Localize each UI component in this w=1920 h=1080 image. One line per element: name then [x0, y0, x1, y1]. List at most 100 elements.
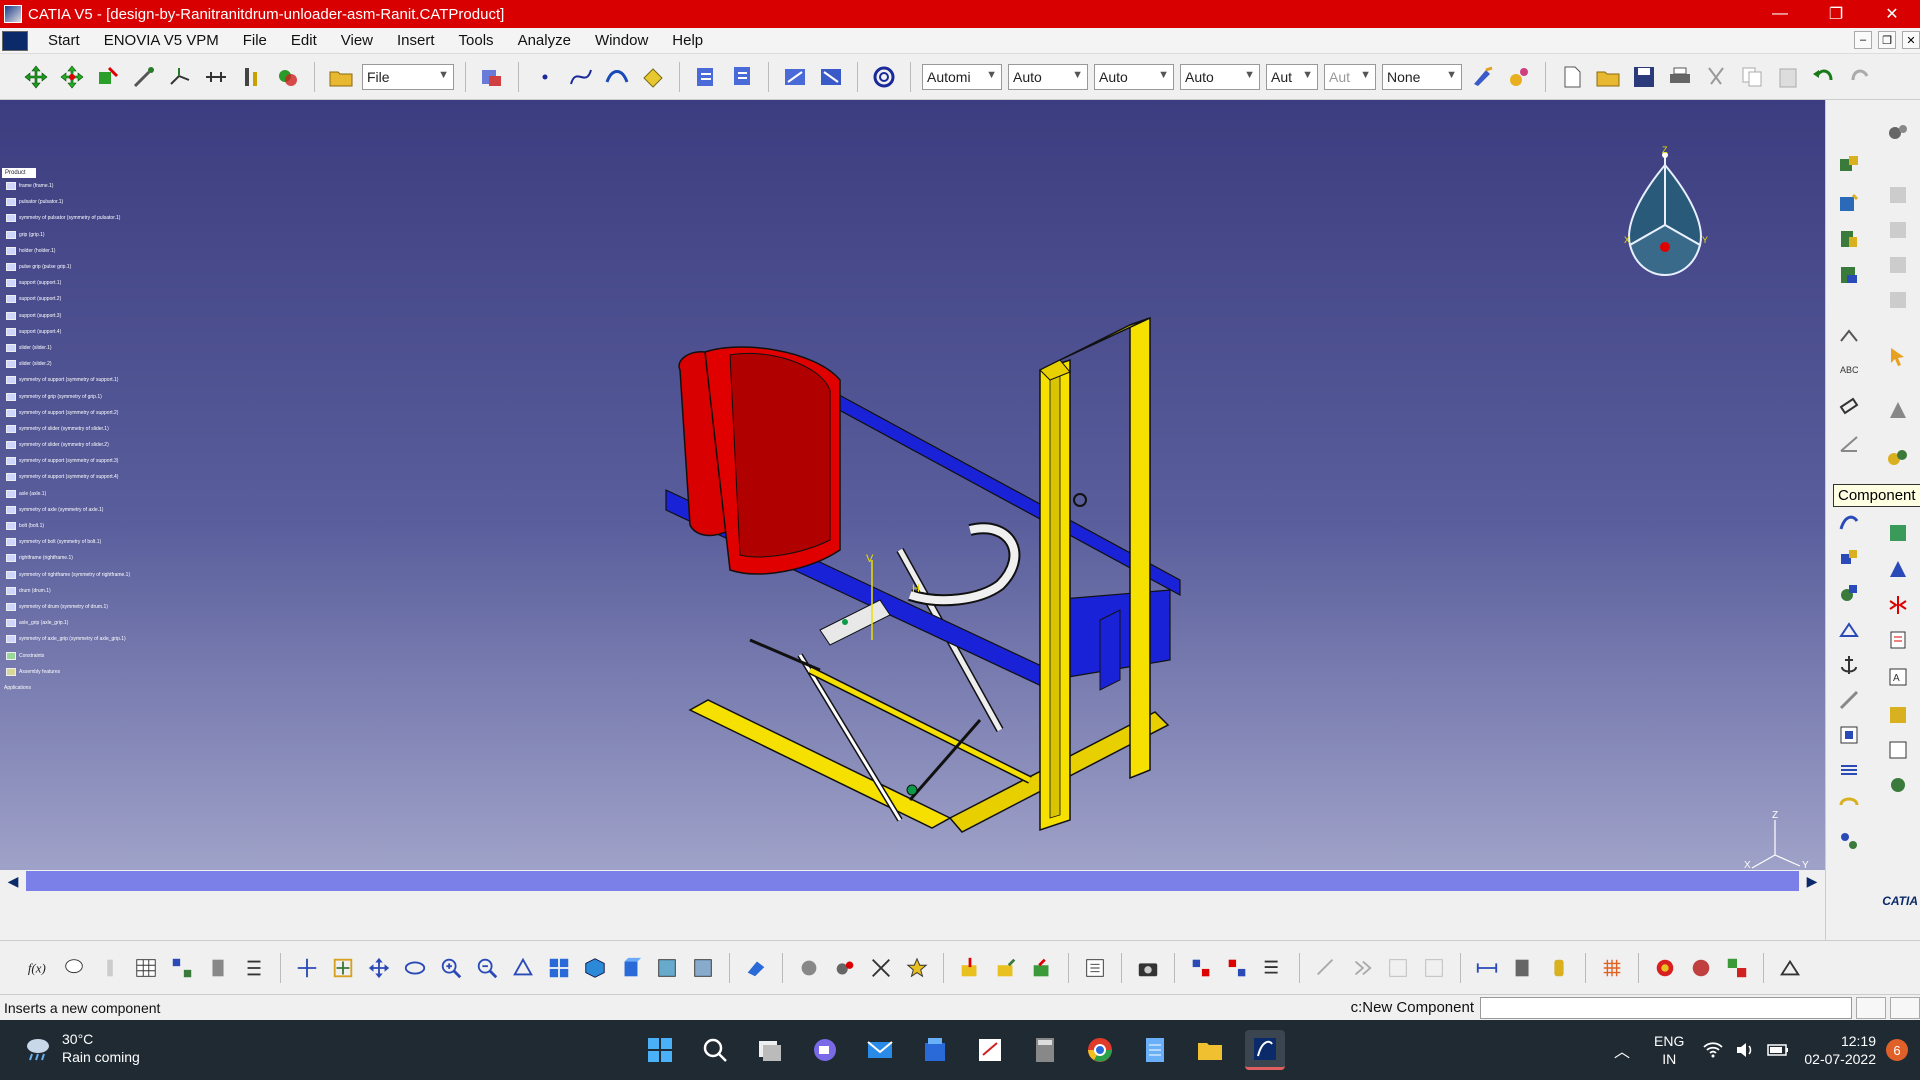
tree-node[interactable]: support (support.4) [2, 324, 182, 340]
clash-analysis-icon[interactable] [1544, 953, 1574, 983]
export-icon[interactable] [991, 953, 1021, 983]
existing-component-icon[interactable] [1883, 250, 1913, 280]
print-icon[interactable] [1665, 62, 1695, 92]
anchor-icon[interactable] [1834, 650, 1864, 680]
tree-node[interactable]: symmetry of grip (symmetry of grip.1) [2, 388, 182, 404]
fly-mode-icon[interactable] [292, 953, 322, 983]
search-icon[interactable] [695, 1030, 735, 1070]
menu-view[interactable]: View [329, 32, 385, 49]
multi-view-icon[interactable] [544, 953, 574, 983]
distance-icon[interactable] [1472, 953, 1502, 983]
tree-expand-icon[interactable] [1186, 953, 1216, 983]
explode-view-icon[interactable] [1834, 543, 1864, 573]
tree-root[interactable]: Product [2, 168, 36, 178]
task-view-icon[interactable] [750, 1030, 790, 1070]
copy-icon[interactable] [1737, 62, 1767, 92]
tree-node[interactable]: symmetry of axle (symmetry of axle.1) [2, 502, 182, 518]
restore-button[interactable]: ❐ [1808, 0, 1864, 28]
tree-node[interactable]: slider (slider.1) [2, 340, 182, 356]
tree-node[interactable]: holder (holder.1) [2, 243, 182, 259]
menu-enovia[interactable]: ENOVIA V5 VPM [92, 32, 231, 49]
weather-widget[interactable]: 30°C Rain coming [22, 1030, 140, 1066]
comment-icon[interactable] [59, 953, 89, 983]
menu-insert[interactable]: Insert [385, 32, 447, 49]
explode-icon[interactable] [93, 62, 123, 92]
capture-icon[interactable] [1834, 720, 1864, 750]
formula-icon[interactable]: f(x) [23, 953, 53, 983]
line-type-combo[interactable]: Auto ▼ [1180, 63, 1260, 90]
material-icon[interactable] [1686, 953, 1716, 983]
redo-icon[interactable] [1845, 62, 1875, 92]
new-part-icon[interactable] [1834, 224, 1864, 254]
chevron-up-icon[interactable]: ︿ [1614, 1038, 1630, 1062]
tree-node[interactable]: symmetry of slider (symmetry of slider.2… [2, 437, 182, 453]
publish-icon[interactable] [1834, 755, 1864, 785]
replace-icon[interactable] [1027, 953, 1057, 983]
language-indicator[interactable]: ENG IN [1654, 1032, 1684, 1068]
annotation-icon[interactable]: A [1883, 662, 1913, 692]
clock[interactable]: 12:19 02-07-2022 [1804, 1032, 1876, 1068]
tree-node[interactable]: frame (frame.1) [2, 178, 182, 194]
menu-file[interactable]: File [231, 32, 279, 49]
table-icon[interactable] [131, 953, 161, 983]
catia-menu-logo[interactable] [2, 30, 28, 51]
point-type-combo[interactable]: Aut ▼ [1266, 63, 1318, 90]
undo-icon[interactable] [1809, 62, 1839, 92]
reorder-icon-2[interactable] [816, 62, 846, 92]
tree-node[interactable]: symmetry of support (symmetry of support… [2, 469, 182, 485]
tree-node[interactable]: symmetry of axle_grip (symmetry of axle_… [2, 631, 182, 647]
menu-tools[interactable]: Tools [447, 32, 506, 49]
notepad-icon[interactable] [1135, 1030, 1175, 1070]
camera-icon[interactable] [1133, 953, 1163, 983]
3d-viewport[interactable]: Product frame (frame.1) pulsator (pulsat… [0, 100, 1825, 870]
tree-node[interactable]: pulse grip (pulse grip.1) [2, 259, 182, 275]
new-product-icon[interactable] [1834, 188, 1864, 218]
part-icon[interactable] [1883, 215, 1913, 245]
status-button-1[interactable] [1856, 996, 1886, 1019]
compass-icon[interactable]: Z X Y [1610, 135, 1720, 285]
catia-taskbar-icon[interactable] [1245, 1030, 1285, 1070]
snipping-tool-icon[interactable] [970, 1030, 1010, 1070]
fit-all-icon[interactable] [328, 953, 358, 983]
scroll-left-button[interactable]: ◀ [0, 870, 26, 892]
tree-node[interactable]: axle (axle.1) [2, 486, 182, 502]
properties-painter-icon[interactable] [1504, 62, 1534, 92]
eraser-icon[interactable] [741, 953, 771, 983]
doc-close-button[interactable]: ✕ [1902, 31, 1920, 49]
contact-constraint-icon[interactable] [1834, 390, 1864, 420]
scale-icon[interactable] [866, 953, 896, 983]
assembly-constraint-icon[interactable] [1883, 442, 1913, 472]
replace-component-icon[interactable] [1883, 285, 1913, 315]
reuse-pattern-icon[interactable] [1883, 518, 1913, 548]
tree-node[interactable]: symmetry of rightframe (symmetry of righ… [2, 567, 182, 583]
product-icon[interactable] [1883, 180, 1913, 210]
menu-start[interactable]: Start [36, 32, 92, 49]
offset-constraint-icon[interactable] [201, 62, 231, 92]
macro-icon[interactable] [95, 953, 125, 983]
move-icon[interactable] [21, 62, 51, 92]
multi-instantiation-icon[interactable] [1883, 554, 1913, 584]
gears-icon[interactable] [1883, 118, 1913, 148]
import-icon[interactable] [955, 953, 985, 983]
horizontal-scrollbar[interactable]: ◀ ▶ [0, 870, 1825, 892]
tree-node[interactable]: drum (drum.1) [2, 583, 182, 599]
layer-combo[interactable]: None ▼ [1382, 63, 1462, 90]
command-input[interactable] [1480, 996, 1852, 1019]
spline-icon[interactable] [566, 62, 596, 92]
normal-view-icon[interactable] [508, 953, 538, 983]
apply-material-icon[interactable] [1722, 953, 1752, 983]
sketch-icon[interactable] [691, 62, 721, 92]
update-icon[interactable] [869, 62, 899, 92]
tree-node-constraints[interactable]: Constraints [2, 647, 182, 663]
grid-icon[interactable] [1597, 953, 1627, 983]
translate-icon[interactable] [1834, 615, 1864, 645]
tree-node[interactable]: symmetry of drum (symmetry of drum.1) [2, 599, 182, 615]
plane-icon[interactable] [638, 62, 668, 92]
pan-icon[interactable] [364, 953, 394, 983]
new-component-icon[interactable] [1834, 150, 1864, 180]
symmetry-icon[interactable] [1883, 590, 1913, 620]
doc-minimize-button[interactable]: – [1854, 31, 1872, 49]
surface-icon[interactable] [602, 62, 632, 92]
flexible-icon[interactable] [1883, 770, 1913, 800]
wifi-icon[interactable] [1702, 1039, 1724, 1061]
